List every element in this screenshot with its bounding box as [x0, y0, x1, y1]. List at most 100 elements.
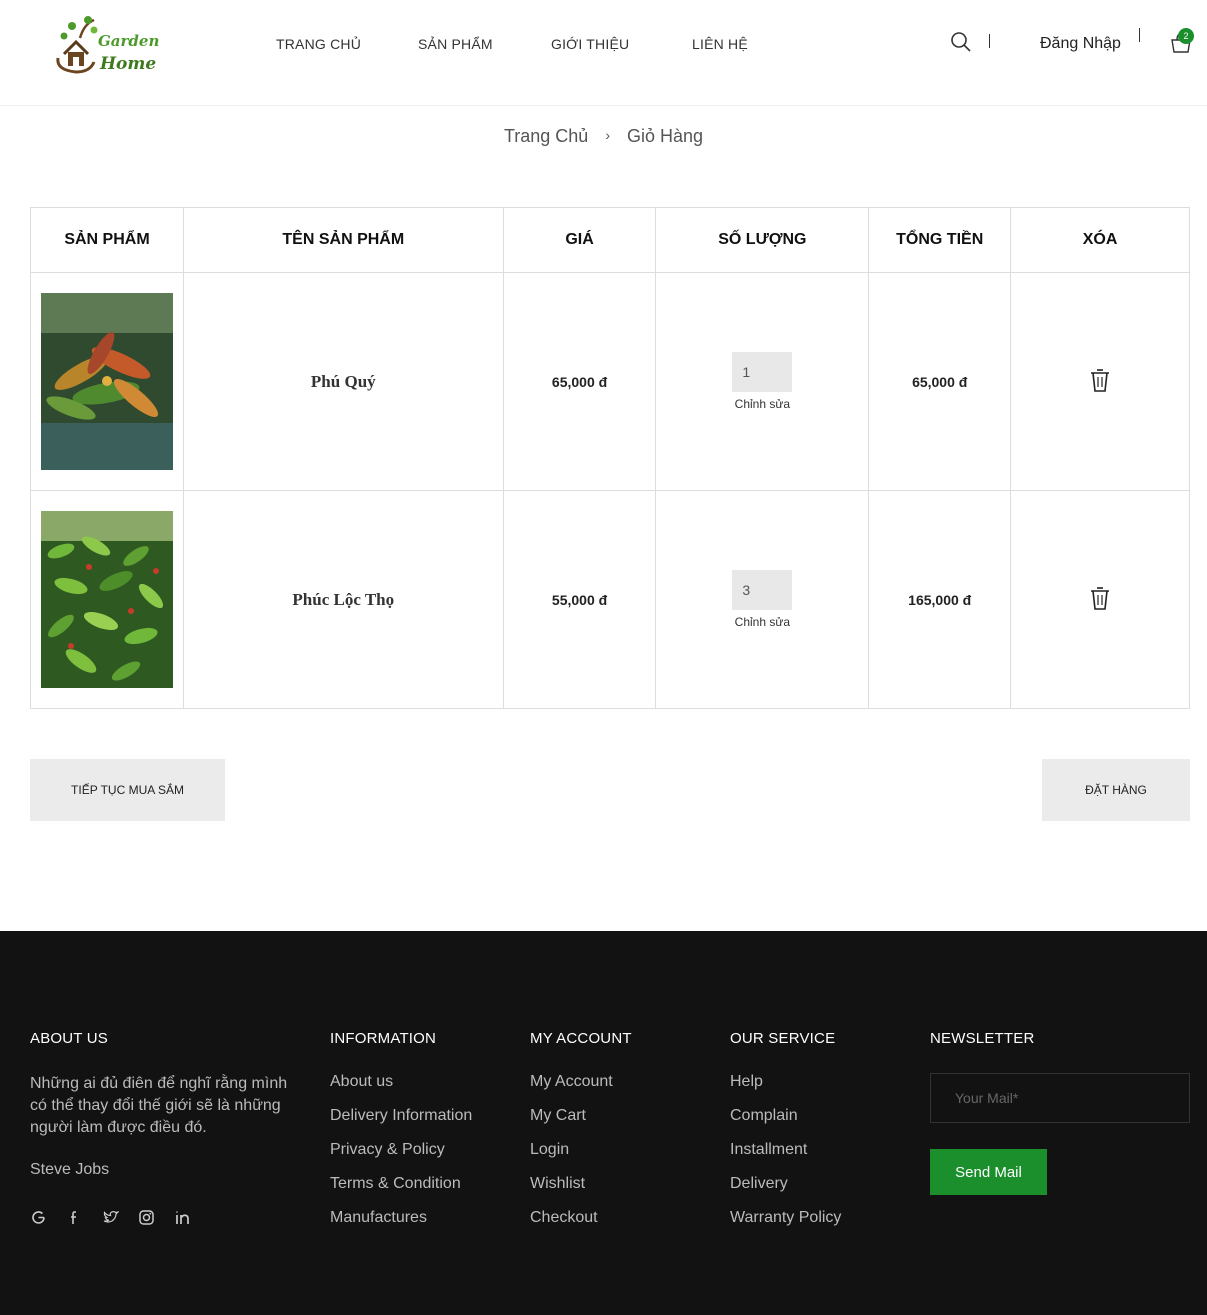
main-nav: TRANG CHỦ SẢN PHẨM GIỚI THIỆU LIÊN HỆ: [276, 36, 772, 52]
footer-about: ABOUT US Những ai đủ điên để nghĩ rằng m…: [30, 1030, 295, 1229]
footer-link-manufactures[interactable]: Manufactures: [330, 1209, 427, 1226]
svg-text:Garden: Garden: [98, 32, 159, 50]
newsletter-email-input[interactable]: [930, 1073, 1190, 1123]
footer-link-terms[interactable]: Terms & Condition: [330, 1175, 461, 1192]
search-icon[interactable]: [950, 31, 972, 53]
linkedin-icon[interactable]: [174, 1209, 210, 1229]
footer-link: Privacy & Policy: [330, 1141, 472, 1175]
login-link[interactable]: Đăng Nhập: [1040, 35, 1121, 53]
product-image-cell: [30, 272, 184, 491]
nav-products[interactable]: SẢN PHẨM: [418, 36, 551, 52]
trash-icon[interactable]: [1088, 367, 1112, 393]
edit-quantity-link[interactable]: Chỉnh sửa: [732, 615, 792, 629]
footer-link-login[interactable]: Login: [530, 1141, 569, 1158]
col-header-product: SẢN PHẨM: [30, 207, 184, 273]
continue-shopping-button[interactable]: TIẾP TỤC MUA SẮM: [30, 759, 225, 821]
google-icon[interactable]: [30, 1209, 66, 1229]
footer-newsletter: NEWSLETTER Send Mail: [930, 1030, 1190, 1195]
facebook-icon[interactable]: [66, 1209, 102, 1229]
footer-link-help[interactable]: Help: [730, 1073, 763, 1090]
footer-link-about[interactable]: About us: [330, 1073, 393, 1090]
header-divider: [1139, 28, 1140, 42]
about-author: Steve Jobs: [30, 1161, 110, 1178]
footer-heading: INFORMATION: [330, 1030, 437, 1047]
footer-heading: MY ACCOUNT: [530, 1030, 632, 1047]
col-header-total: TỔNG TIỀN: [868, 207, 1012, 273]
nav-contact[interactable]: LIÊN HỆ: [692, 36, 772, 52]
footer-link: About us: [330, 1073, 472, 1107]
product-name[interactable]: Phúc Lộc Thọ: [292, 590, 394, 609]
site-header: Garden Home TRANG CHỦ SẢN PHẨM GIỚI THIỆ…: [0, 0, 1207, 106]
line-total: 65,000 đ: [912, 373, 968, 390]
table-row: Phúc Lộc Thọ 55,000 đ Chỉnh sửa 165,000 …: [30, 490, 1190, 709]
chevron-right-icon: ›: [605, 127, 610, 143]
nav-home[interactable]: TRANG CHỦ: [276, 36, 418, 52]
breadcrumb-current: Giỏ Hàng: [627, 126, 704, 146]
footer-link: Help: [730, 1073, 841, 1107]
logo[interactable]: Garden Home: [50, 14, 160, 76]
header-divider: [989, 34, 990, 48]
footer-link: Terms & Condition: [330, 1175, 472, 1209]
footer-link-delivery-info[interactable]: Delivery Information: [330, 1107, 472, 1124]
about-text: Những ai đủ điên để nghĩ rằng mình có th…: [30, 1075, 288, 1136]
breadcrumb: Trang Chủ › Giỏ Hàng: [0, 126, 1207, 147]
footer-link: Wishlist: [530, 1175, 632, 1209]
footer-link-my-cart[interactable]: My Cart: [530, 1107, 586, 1124]
cart-count-badge: 2: [1178, 28, 1194, 44]
footer-link-installment[interactable]: Installment: [730, 1141, 807, 1158]
trash-icon[interactable]: [1088, 585, 1112, 611]
footer-link: Complain: [730, 1107, 841, 1141]
footer-link-checkout[interactable]: Checkout: [530, 1209, 598, 1226]
footer-link-wishlist[interactable]: Wishlist: [530, 1175, 585, 1192]
logo-icon: Garden Home: [56, 16, 159, 74]
footer-link: Checkout: [530, 1209, 632, 1243]
footer-service: OUR SERVICE Help Complain Installment De…: [730, 1030, 841, 1243]
footer-link-complain[interactable]: Complain: [730, 1107, 798, 1124]
nav-about[interactable]: GIỚI THIỆU: [551, 36, 692, 52]
quantity-input[interactable]: [732, 352, 793, 392]
footer-link: Warranty Policy: [730, 1209, 841, 1243]
footer-heading: OUR SERVICE: [730, 1030, 836, 1047]
send-mail-button[interactable]: Send Mail: [930, 1149, 1047, 1195]
footer-link: Login: [530, 1141, 632, 1175]
footer-information: INFORMATION About us Delivery Informatio…: [330, 1030, 472, 1243]
footer-heading: ABOUT US: [30, 1030, 109, 1047]
product-image[interactable]: [40, 511, 173, 688]
footer-link: Delivery: [730, 1175, 841, 1209]
col-header-quantity: SỐ LƯỢNG: [655, 207, 870, 273]
twitter-icon[interactable]: [102, 1209, 138, 1229]
col-header-name: TÊN SẢN PHẨM: [182, 207, 504, 273]
footer-link-privacy[interactable]: Privacy & Policy: [330, 1141, 445, 1158]
product-image-cell: [30, 490, 184, 709]
product-price: 55,000 đ: [551, 591, 608, 608]
footer-link: My Cart: [530, 1107, 632, 1141]
site-footer: ABOUT US Những ai đủ điên để nghĩ rằng m…: [0, 931, 1207, 1315]
table-header-row: SẢN PHẨM TÊN SẢN PHẨM GIÁ SỐ LƯỢNG TỔNG …: [30, 207, 1190, 273]
instagram-icon[interactable]: [138, 1209, 174, 1229]
footer-link: Delivery Information: [330, 1107, 472, 1141]
footer-link: My Account: [530, 1073, 632, 1107]
footer-link: Manufactures: [330, 1209, 472, 1243]
cart-table: SẢN PHẨM TÊN SẢN PHẨM GIÁ SỐ LƯỢNG TỔNG …: [30, 207, 1190, 709]
quantity-control: Chỉnh sửa: [732, 352, 793, 411]
edit-quantity-link[interactable]: Chỉnh sửa: [732, 397, 792, 411]
line-total: 165,000 đ: [908, 591, 972, 608]
quantity-control: Chỉnh sửa: [732, 570, 793, 629]
product-name[interactable]: Phú Quý: [311, 372, 376, 391]
social-links: [30, 1209, 295, 1229]
footer-link-delivery[interactable]: Delivery: [730, 1175, 788, 1192]
quantity-input[interactable]: [732, 570, 793, 610]
col-header-delete: XÓA: [1010, 207, 1190, 273]
footer-link: Installment: [730, 1141, 841, 1175]
place-order-button[interactable]: ĐẶT HÀNG: [1042, 759, 1190, 821]
col-header-price: GIÁ: [502, 207, 657, 273]
product-image[interactable]: [40, 293, 173, 470]
breadcrumb-home[interactable]: Trang Chủ: [504, 126, 588, 146]
footer-link-my-account[interactable]: My Account: [530, 1073, 613, 1090]
footer-link-warranty[interactable]: Warranty Policy: [730, 1209, 841, 1226]
table-row: Phú Quý 65,000 đ Chỉnh sửa 65,000 đ: [30, 272, 1190, 491]
product-price: 65,000 đ: [551, 373, 608, 390]
footer-account: MY ACCOUNT My Account My Cart Login Wish…: [530, 1030, 632, 1243]
footer-heading: NEWSLETTER: [930, 1030, 1035, 1047]
svg-text:Home: Home: [99, 54, 156, 74]
